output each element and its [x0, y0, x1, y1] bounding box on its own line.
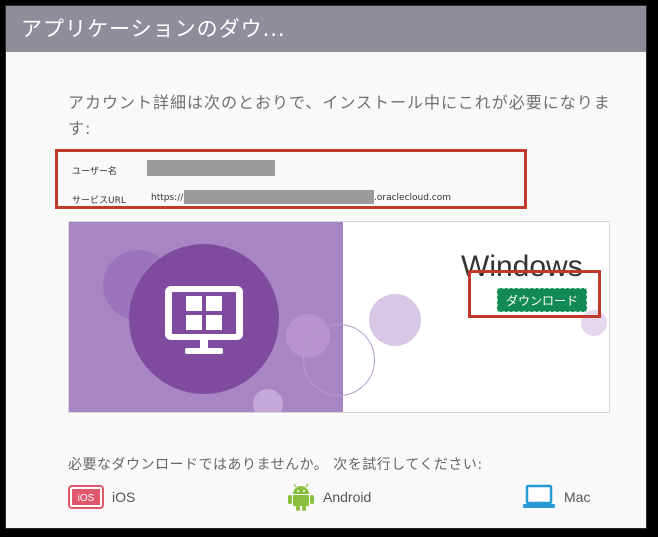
dialog-title: アプリケーションのダウ... — [6, 6, 646, 52]
decor-circle — [369, 294, 421, 346]
decor-circle — [581, 310, 607, 336]
decor-circle — [253, 389, 283, 412]
intro-text: アカウント詳細は次のとおりで、インストール中にこれが必要になります: — [68, 93, 611, 138]
icon-circle — [129, 244, 279, 394]
username-label: ユーザー名 — [72, 167, 117, 177]
platform-mac-label: Mac — [564, 489, 591, 505]
platform-android-label: Android — [323, 489, 372, 505]
credentials-highlight: ユーザー名 サービスURL https:// .oraclecloud.com — [55, 149, 527, 209]
svg-text:iOS: iOS — [78, 493, 95, 504]
monitor-windows-icon — [165, 286, 243, 354]
platform-ios-label: iOS — [112, 489, 136, 505]
service-url-prefix: https:// — [151, 193, 184, 203]
platform-mac[interactable]: Mac — [522, 483, 590, 511]
android-icon — [288, 483, 314, 511]
service-url-redacted — [184, 190, 374, 204]
os-title: Windows — [461, 250, 583, 283]
ios-icon: iOS — [68, 485, 104, 509]
download-button[interactable]: ダウンロード — [497, 288, 587, 312]
laptop-icon — [523, 484, 555, 508]
alternatives-prompt: 必要なダウンロードではありませんか。 次を試行してください: — [68, 457, 483, 473]
platform-ios[interactable]: iOS iOS — [68, 483, 135, 511]
decor-ring — [303, 324, 375, 396]
service-url-label: サービスURL — [72, 196, 126, 206]
service-url-suffix: .oraclecloud.com — [374, 193, 452, 203]
download-dialog: アプリケーションのダウ... アカウント詳細は次のとおりで、インストール中にこれ… — [5, 5, 647, 529]
username-redacted — [147, 160, 275, 176]
platform-android[interactable]: Android — [287, 483, 371, 511]
windows-download-card: Windows ダウンロード — [68, 221, 610, 413]
windows-tile — [69, 222, 343, 412]
